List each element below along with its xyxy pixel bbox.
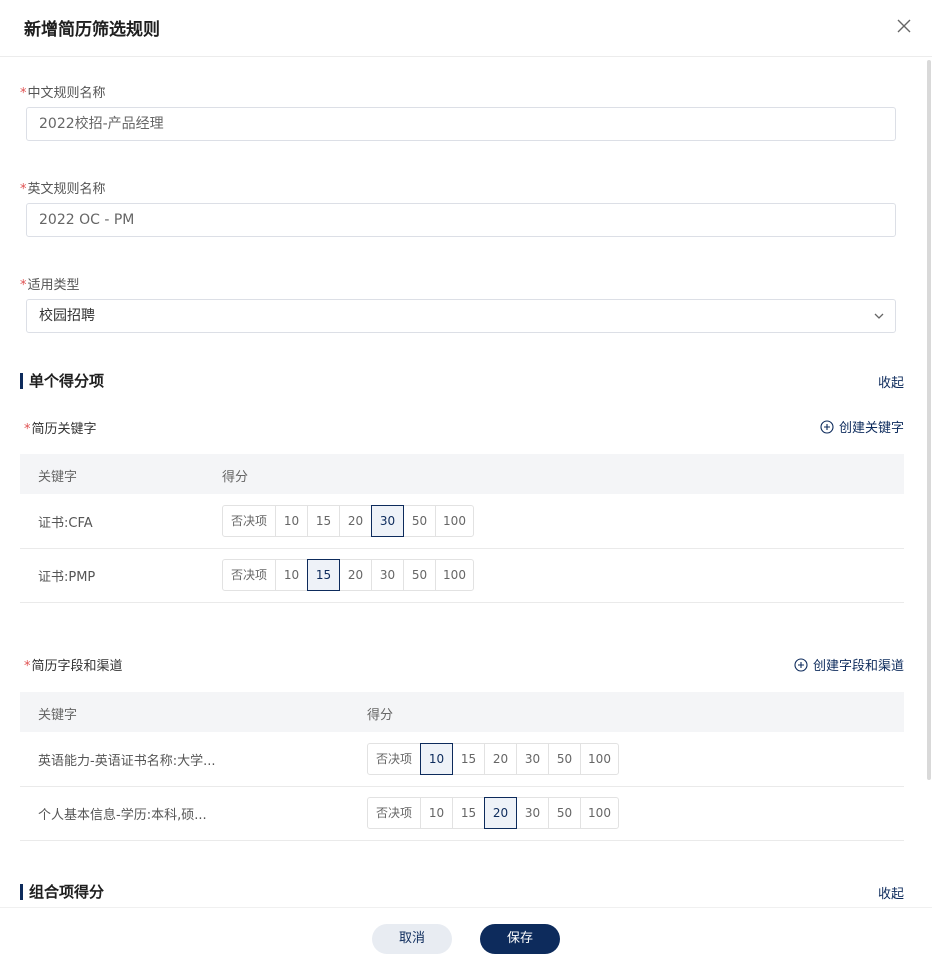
type-label: *适用类型 (20, 274, 80, 293)
resume-fields-label: *简历字段和渠道 (24, 655, 123, 674)
score-option-20[interactable]: 20 (484, 797, 517, 829)
keywords-table-header: 关键字 得分 (20, 454, 904, 494)
table-row: 个人基本信息-学历:本科,硕... 否决项 10 15 20 30 50 100 (20, 786, 904, 841)
keyword-cell: 英语能力-英语证书名称:大学... (38, 754, 216, 769)
score-option-100[interactable]: 100 (435, 559, 474, 591)
single-score-section-title: 单个得分项 (20, 372, 104, 390)
cn-name-label: *中文规则名称 (20, 82, 106, 101)
required-mark: * (24, 422, 31, 437)
score-option-veto[interactable]: 否决项 (367, 743, 421, 775)
required-mark: * (20, 278, 27, 293)
en-name-label: *英文规则名称 (20, 178, 106, 197)
create-field-label: 创建字段和渠道 (812, 659, 904, 674)
score-option-50[interactable]: 50 (548, 797, 581, 829)
column-keyword: 关键字 (38, 470, 78, 485)
keyword-cell: 证书:PMP (38, 570, 96, 585)
score-selector: 否决项 10 15 20 30 50 100 (222, 559, 474, 591)
resume-keywords-label: *简历关键字 (24, 418, 97, 437)
column-score: 得分 (367, 708, 394, 723)
keyword-cell: 个人基本信息-学历:本科,硕... (38, 808, 207, 823)
score-option-veto[interactable]: 否决项 (367, 797, 421, 829)
fields-table-header: 关键字 得分 (20, 692, 904, 732)
score-option-50[interactable]: 50 (403, 505, 436, 537)
score-option-20[interactable]: 20 (339, 505, 372, 537)
required-mark: * (20, 86, 27, 101)
score-option-20[interactable]: 20 (484, 743, 517, 775)
keyword-cell: 证书:CFA (38, 516, 93, 531)
score-option-100[interactable]: 100 (580, 797, 619, 829)
score-option-30[interactable]: 30 (371, 559, 404, 591)
score-option-15[interactable]: 15 (307, 559, 340, 591)
score-option-100[interactable]: 100 (580, 743, 619, 775)
score-selector: 否决项 10 15 20 30 50 100 (367, 743, 619, 775)
score-option-30[interactable]: 30 (371, 505, 404, 537)
score-option-100[interactable]: 100 (435, 505, 474, 537)
combo-score-section-title: 组合项得分 (20, 883, 104, 901)
column-keyword: 关键字 (38, 708, 78, 723)
dialog-footer: 取消 保存 (0, 907, 932, 966)
single-score-collapse-link[interactable]: 收起 (878, 372, 904, 391)
combo-score-collapse-link[interactable]: 收起 (878, 883, 904, 902)
en-name-label-text: 英文规则名称 (27, 182, 106, 197)
resume-keywords-label-text: 简历关键字 (31, 422, 97, 437)
score-option-15[interactable]: 15 (307, 505, 340, 537)
dialog-header: 新增简历筛选规则 (0, 0, 932, 57)
create-keyword-button[interactable]: 创建关键字 (820, 417, 904, 436)
table-row: 证书:CFA 否决项 10 15 20 30 50 100 (20, 494, 904, 549)
dialog-title: 新增简历筛选规则 (24, 20, 160, 40)
score-option-10[interactable]: 10 (420, 743, 453, 775)
close-icon[interactable] (894, 16, 914, 36)
plus-circle-icon (820, 419, 834, 434)
score-option-30[interactable]: 30 (516, 797, 549, 829)
required-mark: * (24, 659, 31, 674)
column-score: 得分 (222, 470, 249, 485)
scrollbar[interactable] (927, 60, 931, 780)
score-selector: 否决项 10 15 20 30 50 100 (222, 505, 474, 537)
score-option-50[interactable]: 50 (548, 743, 581, 775)
score-option-15[interactable]: 15 (452, 743, 485, 775)
score-option-veto[interactable]: 否决项 (222, 559, 276, 591)
plus-circle-icon (794, 657, 808, 672)
required-mark: * (20, 182, 27, 197)
score-selector: 否决项 10 15 20 30 50 100 (367, 797, 619, 829)
en-name-input[interactable]: 2022 OC - PM (26, 203, 896, 237)
create-keyword-label: 创建关键字 (838, 421, 904, 436)
cancel-button[interactable]: 取消 (372, 924, 452, 954)
score-option-30[interactable]: 30 (516, 743, 549, 775)
cn-name-label-text: 中文规则名称 (27, 86, 106, 101)
save-button[interactable]: 保存 (480, 924, 560, 954)
score-option-10[interactable]: 10 (275, 505, 308, 537)
score-option-veto[interactable]: 否决项 (222, 505, 276, 537)
rule-dialog: 新增简历筛选规则 *中文规则名称 2022校招-产品经理 *英文规则名称 202… (0, 0, 932, 966)
score-option-15[interactable]: 15 (452, 797, 485, 829)
score-option-10[interactable]: 10 (275, 559, 308, 591)
table-row: 证书:PMP 否决项 10 15 20 30 50 100 (20, 548, 904, 603)
score-option-20[interactable]: 20 (339, 559, 372, 591)
type-select[interactable]: 校园招聘 (26, 299, 896, 333)
table-row: 英语能力-英语证书名称:大学... 否决项 10 15 20 30 50 100 (20, 732, 904, 787)
resume-fields-label-text: 简历字段和渠道 (31, 659, 123, 674)
create-field-button[interactable]: 创建字段和渠道 (794, 655, 904, 674)
score-option-10[interactable]: 10 (420, 797, 453, 829)
chevron-down-icon (874, 313, 884, 319)
score-option-50[interactable]: 50 (403, 559, 436, 591)
type-label-text: 适用类型 (27, 278, 80, 293)
type-select-value: 校园招聘 (39, 308, 95, 324)
cn-name-input[interactable]: 2022校招-产品经理 (26, 107, 896, 141)
